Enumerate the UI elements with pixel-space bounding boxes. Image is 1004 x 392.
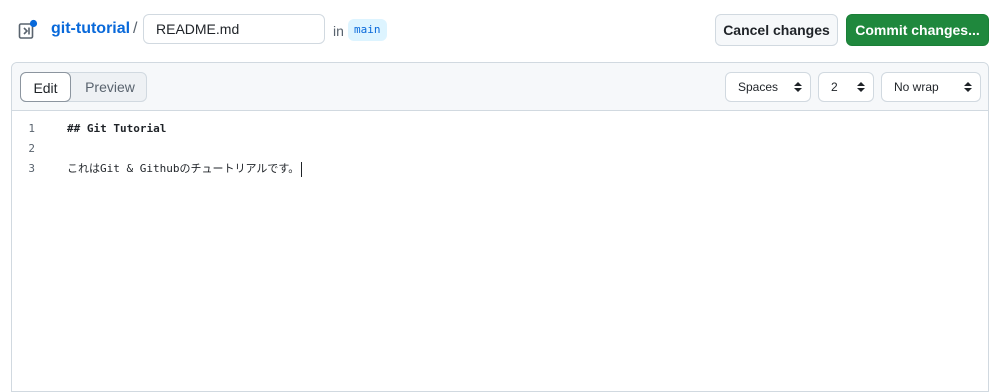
commit-changes-button[interactable]: Commit changes... — [846, 14, 989, 46]
text-cursor — [301, 161, 303, 177]
in-label: in — [333, 23, 344, 39]
tab-edit[interactable]: Edit — [20, 72, 71, 102]
line-content: これはGit & Githubのチュートリアルです。 — [67, 162, 300, 175]
select-caret-icon — [857, 82, 865, 92]
cancel-changes-button[interactable]: Cancel changes — [715, 14, 838, 46]
repo-icon[interactable] — [18, 19, 38, 41]
indent-mode-value: Spaces — [738, 80, 779, 94]
repo-name-link[interactable]: git-tutorial — [51, 20, 130, 38]
tab-preview[interactable]: Preview — [75, 73, 145, 101]
indent-size-value: 2 — [831, 80, 838, 94]
file-name-input[interactable]: README.md — [143, 14, 325, 44]
line-content-wrapper: これはGit & Githubのチュートリアルです。 — [67, 159, 303, 179]
select-caret-icon — [794, 82, 802, 92]
branch-badge: main — [348, 19, 387, 41]
file-editor: Edit Preview Spaces 2 No wrap 1 ## Git T… — [11, 62, 989, 392]
line-content: ## Git Tutorial — [67, 122, 167, 135]
line-number: 2 — [28, 142, 35, 155]
path-separator: / — [133, 20, 138, 37]
line-number: 3 — [28, 162, 35, 175]
code-line[interactable]: 2 — [12, 139, 988, 159]
wrap-mode-select[interactable]: No wrap — [881, 72, 981, 102]
editor-top-bar: git-tutorial / README.md in main Cancel … — [0, 0, 1004, 62]
editor-toolbar: Edit Preview Spaces 2 No wrap — [12, 63, 988, 111]
wrap-mode-value: No wrap — [894, 80, 939, 94]
line-number: 1 — [28, 122, 35, 135]
code-line[interactable]: 3 これはGit & Githubのチュートリアルです。 — [12, 159, 988, 179]
edit-preview-tabs: Edit Preview — [20, 72, 147, 102]
select-caret-icon — [964, 82, 972, 92]
indent-mode-select[interactable]: Spaces — [725, 72, 811, 102]
code-line[interactable]: 1 ## Git Tutorial — [12, 119, 988, 139]
indent-size-select[interactable]: 2 — [818, 72, 874, 102]
